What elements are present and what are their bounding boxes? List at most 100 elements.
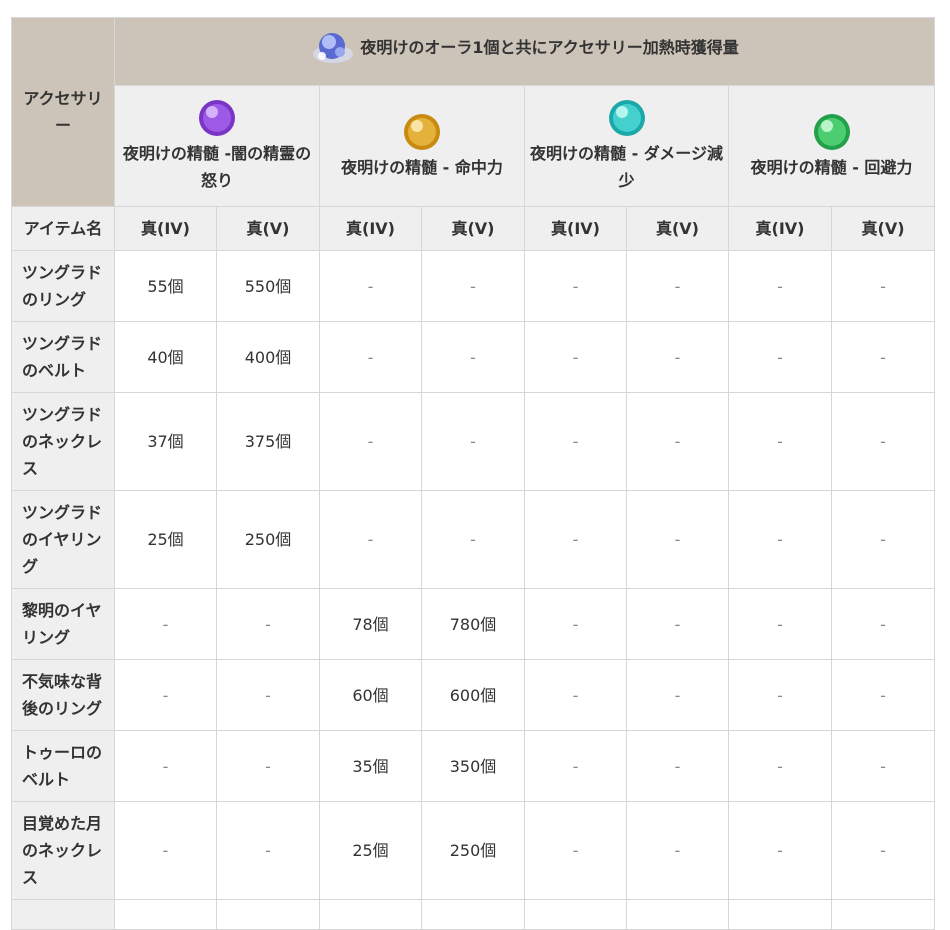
grade-header: 真(V) [421,206,525,251]
item-name-cell: ツングラドのベルト [11,321,115,393]
value-cell: - [626,392,729,491]
essence-label: 夜明けの精髄 - 命中力 [341,157,503,177]
essence-damage-reduction: 夜明けの精髄 - ダメージ減少 [524,85,729,207]
value-cell: 250個 [421,801,525,900]
essence-dark-spirit: 夜明けの精髄 -闇の精霊の怒り [114,85,320,207]
value-cell [421,899,525,930]
value-cell: - [319,321,422,393]
accessory-yield-table: アクセサリー 夜明けのオーラ1個と共にアクセサリー加熱時獲得量 夜明けの精髄 -… [11,17,936,930]
value-cell: - [114,659,217,731]
value-cell: 78個 [319,588,422,660]
value-cell: - [830,392,936,491]
value-cell [728,899,832,930]
table-row: ツングラドのベルト 40個 400個 - - - - - - [11,321,936,393]
value-cell: 25個 [319,801,422,900]
value-cell: - [830,801,936,900]
value-cell: - [728,392,832,491]
value-cell: - [114,801,217,900]
value-cell: - [626,490,729,589]
value-cell: - [830,250,936,322]
table-row: 目覚めた月のネックレス - -25個 250個 - - - - [11,801,936,900]
value-cell: - [728,801,832,900]
value-cell: - [114,730,217,802]
value-cell: - [626,321,729,393]
value-cell: 250個 [216,490,320,589]
grade-header: 真(V) [626,206,729,251]
table-row [11,899,936,930]
essence-label: 夜明けの精髄 - 回避力 [750,157,913,177]
evasion-essence-orb-icon [813,113,850,150]
table-title-text: 夜明けのオーラ1個と共にアクセサリー加熱時獲得量 [360,38,739,57]
accessory-header: アクセサリー [11,17,115,207]
value-cell: - [626,250,729,322]
value-cell: - [421,490,525,589]
value-cell: - [216,588,320,660]
value-cell: 37個 [114,392,217,491]
value-cell: 25個 [114,490,217,589]
essence-label: 夜明けの精髄 -闇の精霊の怒り [122,144,312,190]
table-row: 不気味な背後のリング - -60個 600個 - - - - [11,659,936,731]
essence-evasion: 夜明けの精髄 - 回避力 [727,85,936,207]
value-cell: - [626,659,729,731]
value-cell: - [728,730,832,802]
value-cell: 40個 [114,321,217,393]
value-cell: - [830,321,936,393]
value-cell: - [216,801,320,900]
value-cell: - [216,730,320,802]
value-cell: - [524,392,627,491]
value-cell: - [216,659,320,731]
item-name-cell: 目覚めた月のネックレス [11,801,115,900]
value-cell: 600個 [421,659,525,731]
value-cell [626,899,729,930]
grade-header: 真(V) [830,206,936,251]
value-cell: - [319,250,422,322]
table-body: ツングラドのリング 55個 550個 - - - - - - ツングラドのベルト 40個 400個 - -… [11,250,936,930]
essence-label: 夜明けの精髄 - ダメージ減少 [530,144,723,190]
value-cell: 780個 [421,588,525,660]
value-cell: 350個 [421,730,525,802]
value-cell: - [319,490,422,589]
dark-essence-orb-icon [199,100,235,136]
grade-header: 真(IV) [728,206,832,251]
value-cell: - [830,588,936,660]
accuracy-essence-orb-icon [404,113,440,150]
value-cell: - [524,801,627,900]
value-cell: - [728,490,832,589]
grade-header: 真(IV) [114,206,217,251]
item-name-cell: ツングラドのネックレス [11,392,115,491]
value-cell: - [626,588,729,660]
item-name-cell: 黎明のイヤリング [11,588,115,660]
grade-header: 真(V) [216,206,320,251]
value-cell: - [728,588,832,660]
item-name-cell: ツングラドのリング [11,250,115,322]
dawn-aura-icon [313,32,354,63]
value-cell: - [728,321,832,393]
value-cell: - [319,392,422,491]
item-name-cell [11,899,115,930]
item-name-cell: トゥーロのベルト [11,730,115,802]
value-cell [319,899,422,930]
table-title: 夜明けのオーラ1個と共にアクセサリー加熱時獲得量 [113,17,936,86]
value-cell: - [830,659,936,731]
value-cell: - [524,490,627,589]
damage-reduction-essence-orb-icon [608,100,645,136]
table-row: ツングラドのイヤリング 25個 250個 - - - - - - [11,490,936,589]
value-cell [216,899,320,930]
value-cell: - [728,250,832,322]
value-cell: - [421,250,525,322]
value-cell: - [524,250,627,322]
value-cell: 550個 [216,250,320,322]
item-name-header: アイテム名 [11,206,115,251]
item-name-cell: ツングラドのイヤリング [11,490,115,589]
value-cell: - [524,730,627,802]
value-cell [114,899,217,930]
value-cell: 400個 [216,321,320,393]
value-cell: 55個 [114,250,217,322]
value-cell: - [830,730,936,802]
value-cell: - [524,588,627,660]
table-row: 黎明のイヤリング - -78個 780個 - - - - [11,588,936,660]
value-cell: - [626,730,729,802]
value-cell: - [830,490,936,589]
value-cell: 375個 [216,392,320,491]
grade-header: 真(IV) [319,206,422,251]
